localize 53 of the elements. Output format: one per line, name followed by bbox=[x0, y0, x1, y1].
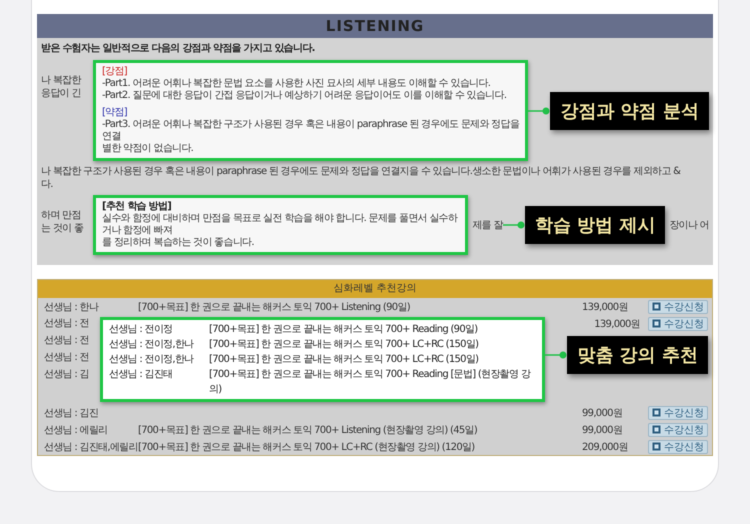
report-text: 제를 잘 bbox=[472, 218, 503, 232]
callout-label: 강점과 약점 분석 bbox=[550, 92, 709, 130]
section-heading: [약점] bbox=[102, 107, 128, 119]
course-cell-text: [700+목표] 한 권으로 끝내는 해커스 토익 700+ Reading (90일) bbox=[209, 323, 478, 337]
section-heading: [추천 학습 방법] bbox=[102, 201, 172, 213]
callout-text: -Part2. 질문에 대한 응답이 간접 응답이거나 예상하기 어려운 응답이어도 이를 이해할 수 있습니다. bbox=[102, 90, 508, 102]
teacher-cell: 선생님 : 김진 bbox=[44, 408, 98, 418]
teacher-cell-text: 선생님 : 전이정,한나 bbox=[109, 353, 195, 367]
course-cell-text: [700+목표] 한 권으로 끝내는 해커스 토익 700+ Reading [문법] (현장촬영 강의) bbox=[209, 368, 532, 397]
course-cell-text: [700+목표] 한 권으로 끝내는 해커스 토익 700+ LC+RC (150일) bbox=[209, 338, 480, 352]
enroll-button[interactable]: 수강신청 bbox=[648, 300, 708, 314]
teacher-cell-text: 선생님 : 전이정,한나 bbox=[109, 338, 195, 352]
callout-label: 학습 방법 제시 bbox=[524, 206, 666, 244]
enroll-button[interactable]: 수강신청 bbox=[648, 440, 708, 454]
report-text: 받은 수험자는 일반적으로 다음의 강점과 약점을 가지고 있습니다. bbox=[41, 42, 316, 56]
enroll-button[interactable]: 수강신청 bbox=[648, 406, 708, 420]
teacher-cell: 선생님 : 김진태,에릴리 bbox=[44, 442, 138, 452]
report-text: 는 것이 좋 bbox=[41, 222, 84, 235]
enroll-button[interactable]: 수강신청 bbox=[648, 422, 708, 436]
report-text: 나 복잡한 구조가 사용된 경우 혹은 내용이 paraphrase 된 경우에도 문제와 정답을 연결지을 수 있습니다.생소한 문법이나 어휘가 사용된 경우를 제외하고 & bbox=[41, 165, 682, 178]
course-cell: [700+목표] 한 권으로 끝내는 해커스 토익 700+ LC+RC (현장촬영 강의) (120일) bbox=[138, 442, 474, 452]
price-cell: 209,000원 bbox=[582, 442, 628, 452]
section-heading: [강점] bbox=[102, 66, 128, 78]
teacher-cell-text: 선생님 : 김진태 bbox=[109, 368, 174, 382]
price-cell: 99,000원 bbox=[582, 408, 622, 418]
enroll-button[interactable]: 수강신청 bbox=[648, 316, 708, 330]
report-text: 장이나 어 bbox=[669, 218, 709, 232]
table-title: 심화레벨 추천강의 bbox=[38, 280, 712, 298]
teacher-cell: 선생님 : 전 bbox=[44, 318, 89, 329]
callout-text: 별한 약점이 없습니다. bbox=[102, 143, 194, 155]
course-cell: [700+목표] 한 권으로 끝내는 해커스 토익 700+ Listening (90일) bbox=[138, 302, 410, 312]
callout-text: 실수와 함정에 대비하며 만점을 목표로 실전 학습을 해야 합니다. 문제를 풀면서 실수하거나 함정에 빠져 bbox=[102, 213, 459, 237]
report-text: 응답이 긴 bbox=[41, 87, 82, 100]
teacher-cell: 선생님 : 전 bbox=[44, 352, 89, 363]
course-cell: [700+목표] 한 권으로 끝내는 해커스 토익 700+ Listening (현장촬영 강의) (45일) bbox=[138, 424, 478, 436]
callout-text: -Part1. 어려운 어휘나 복잡한 문법 요소를 사용한 사진 묘사의 세부 내용도 이해할 수 있습니다. bbox=[102, 78, 492, 90]
course-cell-text: [700+목표] 한 권으로 끝내는 해커스 토익 700+ LC+RC (150일) bbox=[209, 353, 480, 367]
teacher-cell: 선생님 : 전 bbox=[44, 335, 89, 346]
teacher-cell: 선생님 : 에릴리 bbox=[44, 424, 108, 436]
price-cell: 139,000원 bbox=[582, 302, 628, 312]
connector-line bbox=[502, 221, 525, 229]
callout-text: -Part3. 어려운 어휘나 복잡한 구조가 사용된 경우 혹은 내용이 paraphrase 된 경우에도 문제와 정답을 연결 bbox=[102, 119, 520, 143]
callout-text: 를 정리하며 복습하는 것이 좋습니다. bbox=[102, 237, 255, 249]
report-text: 하며 만점 bbox=[41, 209, 82, 222]
teacher-cell: 선생님 : 김 bbox=[44, 369, 89, 380]
report-text: 다. bbox=[41, 178, 54, 191]
report-text: 나 복잡한 bbox=[41, 74, 82, 87]
callout-label: 맞춤 강의 추천 bbox=[567, 336, 708, 374]
price-cell-text: 139,000원 bbox=[594, 318, 640, 330]
report-title: LISTENING bbox=[37, 14, 713, 38]
price-cell: 99,000원 bbox=[582, 424, 622, 436]
teacher-cell-text: 선생님 : 전이정 bbox=[109, 323, 174, 337]
teacher-cell: 선생님 : 한나 bbox=[44, 302, 98, 312]
